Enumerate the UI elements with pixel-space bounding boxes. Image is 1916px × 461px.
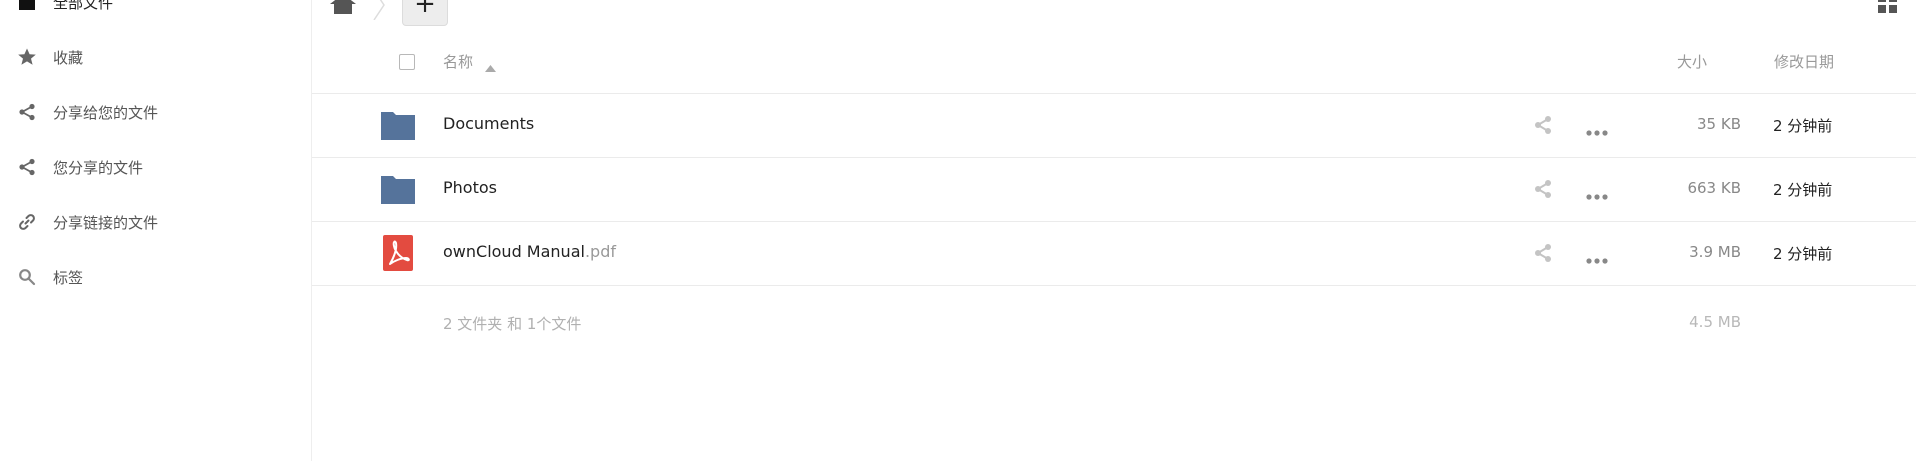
grid-view-icon[interactable] <box>1878 0 1898 14</box>
sidebar-item-all-files[interactable]: 全部文件 <box>0 0 311 22</box>
column-header-name[interactable]: 名称 <box>443 51 473 83</box>
sidebar-item-label: 分享链接的文件 <box>53 213 159 232</box>
sidebar-item-shared-by-link[interactable]: 分享链接的文件 <box>0 202 311 242</box>
share-icon <box>16 102 38 122</box>
file-name[interactable]: Documents <box>443 114 534 133</box>
sidebar-item-label: 收藏 <box>53 48 84 67</box>
home-icon[interactable] <box>330 0 356 14</box>
share-icon <box>16 157 38 177</box>
folder-icon <box>380 107 416 143</box>
share-icon[interactable] <box>1533 179 1553 199</box>
sidebar: 全部文件 收藏 分享给您的文件 您分享的文件 分享链接的文件 标签 <box>0 0 312 461</box>
star-icon <box>16 47 38 67</box>
more-actions-icon[interactable] <box>1586 250 1608 264</box>
share-icon[interactable] <box>1533 243 1553 263</box>
search-icon <box>16 267 38 287</box>
file-modified: 2 分钟前 <box>1773 245 1833 263</box>
more-actions-icon[interactable] <box>1586 186 1608 200</box>
share-icon[interactable] <box>1533 115 1553 135</box>
select-all-checkbox[interactable] <box>399 54 415 70</box>
table-row[interactable]: Photos 663 KB 2 分钟前 <box>312 158 1916 221</box>
file-size: 35 KB <box>1697 115 1741 133</box>
new-button[interactable]: + <box>402 0 448 26</box>
file-name[interactable]: Photos <box>443 178 497 197</box>
divider <box>312 285 1916 286</box>
table-row[interactable]: ownCloud Manual.pdf 3.9 MB 2 分钟前 <box>312 222 1916 285</box>
sidebar-item-label: 标签 <box>53 268 84 287</box>
folder-icon <box>380 171 416 207</box>
table-row[interactable]: Documents 35 KB 2 分钟前 <box>312 94 1916 157</box>
file-size: 3.9 MB <box>1689 243 1741 261</box>
column-header-modified[interactable]: 修改日期 <box>1774 51 1834 83</box>
sidebar-item-shared-by-you[interactable]: 您分享的文件 <box>0 147 311 187</box>
summary-size: 4.5 MB <box>1689 313 1741 331</box>
pdf-file-icon <box>380 235 416 271</box>
files-app: 全部文件 收藏 分享给您的文件 您分享的文件 分享链接的文件 标签 + 名称 大… <box>0 0 1916 461</box>
file-modified: 2 分钟前 <box>1773 181 1833 199</box>
sidebar-item-label: 全部文件 <box>53 0 114 12</box>
more-actions-icon[interactable] <box>1586 122 1608 136</box>
file-modified: 2 分钟前 <box>1773 117 1833 135</box>
sidebar-item-tags[interactable]: 标签 <box>0 257 311 297</box>
sidebar-item-label: 您分享的文件 <box>53 158 144 177</box>
file-name[interactable]: ownCloud Manual.pdf <box>443 242 616 261</box>
summary-count: 2 文件夹 和 1个文件 <box>443 315 582 333</box>
sidebar-item-label: 分享给您的文件 <box>53 103 159 122</box>
column-header-size[interactable]: 大小 <box>1677 51 1707 83</box>
folder-icon <box>16 0 38 12</box>
file-size: 663 KB <box>1687 179 1741 197</box>
link-icon <box>16 212 38 232</box>
breadcrumb-separator-icon <box>372 0 386 21</box>
sidebar-item-favorites[interactable]: 收藏 <box>0 37 311 77</box>
sort-ascending-icon[interactable] <box>485 57 496 72</box>
sidebar-item-shared-with-you[interactable]: 分享给您的文件 <box>0 92 311 132</box>
